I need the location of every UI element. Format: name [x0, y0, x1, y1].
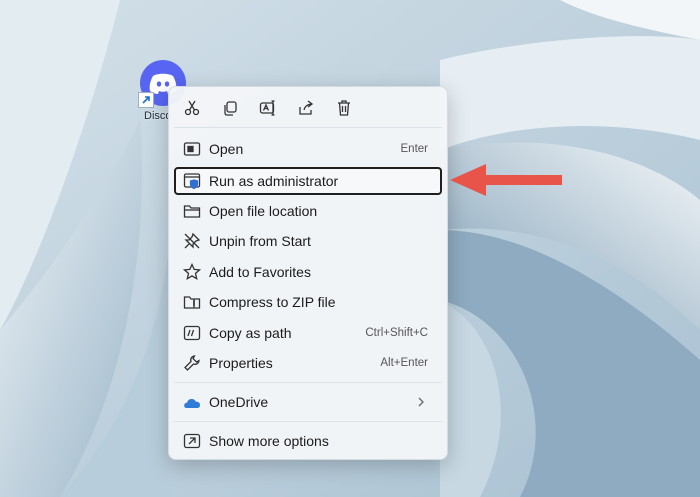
chevron-right-icon [418, 397, 424, 407]
menu-item-shortcut: Alt+Enter [380, 357, 428, 369]
menu-item-add-to-favorites[interactable]: Add to Favorites [174, 258, 442, 286]
menu-separator [174, 421, 442, 422]
menu-item-onedrive[interactable]: OneDrive [174, 388, 442, 416]
menu-item-open[interactable]: Open Enter [174, 135, 442, 163]
menu-item-label: Properties [209, 355, 273, 371]
menu-item-shortcut: Ctrl+Shift+C [365, 327, 428, 339]
menu-item-run-as-administrator[interactable]: Run as administrator [174, 167, 442, 195]
red-pointer-arrow [450, 164, 562, 196]
unpin-icon [184, 232, 201, 249]
cut-button[interactable] [178, 95, 206, 121]
menu-item-label: OneDrive [209, 394, 269, 410]
open-window-icon [183, 142, 201, 156]
menu-item-show-more-options[interactable]: Show more options [174, 427, 442, 455]
menu-item-label: Show more options [209, 433, 329, 449]
shortcut-arrow-icon [138, 92, 154, 108]
share-icon [299, 100, 314, 115]
zip-folder-icon [183, 296, 201, 309]
shield-window-icon [183, 173, 201, 190]
menu-item-label: Run as administrator [209, 173, 339, 189]
menu-item-unpin-from-start[interactable]: Unpin from Start [174, 227, 442, 255]
copy-button[interactable] [216, 95, 244, 121]
cut-icon [184, 100, 200, 116]
copy-icon [224, 101, 237, 116]
menu-item-label: Copy as path [209, 325, 292, 341]
folder-icon [183, 205, 201, 218]
menu-separator [174, 127, 442, 128]
context-menu: Open Enter Run as administrator Open fil… [168, 86, 448, 460]
share-button[interactable] [292, 95, 320, 121]
menu-item-label: Unpin from Start [209, 233, 311, 249]
menu-item-label: Compress to ZIP file [209, 294, 336, 310]
rename-icon [259, 100, 275, 116]
menu-item-properties[interactable]: Properties Alt+Enter [174, 349, 442, 377]
rename-button[interactable] [254, 95, 282, 121]
menu-item-compress-to-zip[interactable]: Compress to ZIP file [174, 288, 442, 316]
copy-path-icon [183, 325, 201, 341]
menu-item-copy-as-path[interactable]: Copy as path Ctrl+Shift+C [174, 319, 442, 347]
menu-item-open-file-location[interactable]: Open file location [174, 197, 442, 225]
cloud-icon [184, 399, 200, 408]
menu-toolbar [169, 87, 447, 127]
star-icon [183, 263, 201, 281]
wrench-icon [184, 355, 200, 371]
menu-item-label: Open [209, 141, 244, 157]
menu-item-label: Add to Favorites [209, 264, 311, 280]
menu-separator [174, 382, 442, 383]
delete-icon [338, 100, 350, 116]
menu-item-shortcut: Enter [400, 143, 429, 155]
menu-item-label: Open file location [209, 203, 318, 219]
delete-button[interactable] [330, 95, 358, 121]
more-options-icon [183, 433, 201, 449]
